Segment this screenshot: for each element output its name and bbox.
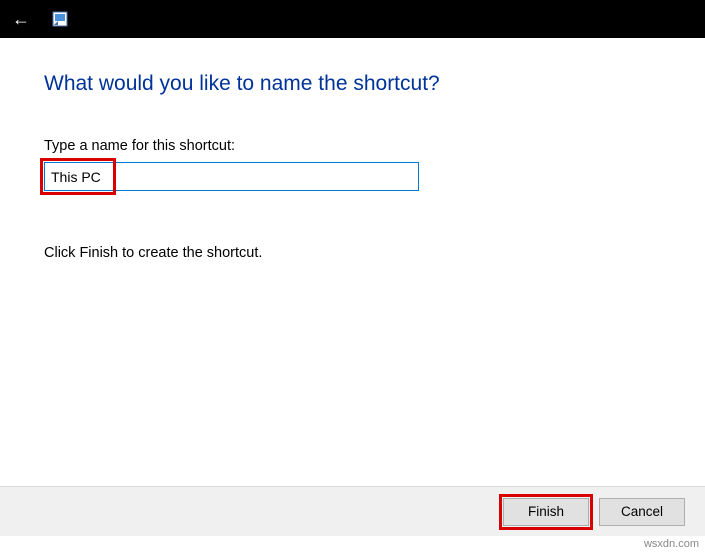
titlebar: ← [0, 0, 705, 38]
wizard-heading: What would you like to name the shortcut… [44, 72, 661, 96]
shortcut-name-input[interactable] [44, 162, 419, 191]
wizard-content: What would you like to name the shortcut… [0, 38, 705, 261]
instruction-text: Click Finish to create the shortcut. [44, 245, 661, 261]
finish-button-container: Finish [503, 498, 589, 526]
back-arrow-icon[interactable]: ← [8, 9, 34, 30]
finish-button[interactable]: Finish [503, 498, 589, 526]
input-label: Type a name for this shortcut: [44, 138, 661, 154]
wizard-footer: Finish Cancel [0, 486, 705, 536]
watermark-text: wsxdn.com [644, 538, 699, 550]
shortcut-wizard-icon [52, 11, 68, 27]
cancel-button[interactable]: Cancel [599, 498, 685, 526]
input-container [44, 162, 419, 191]
